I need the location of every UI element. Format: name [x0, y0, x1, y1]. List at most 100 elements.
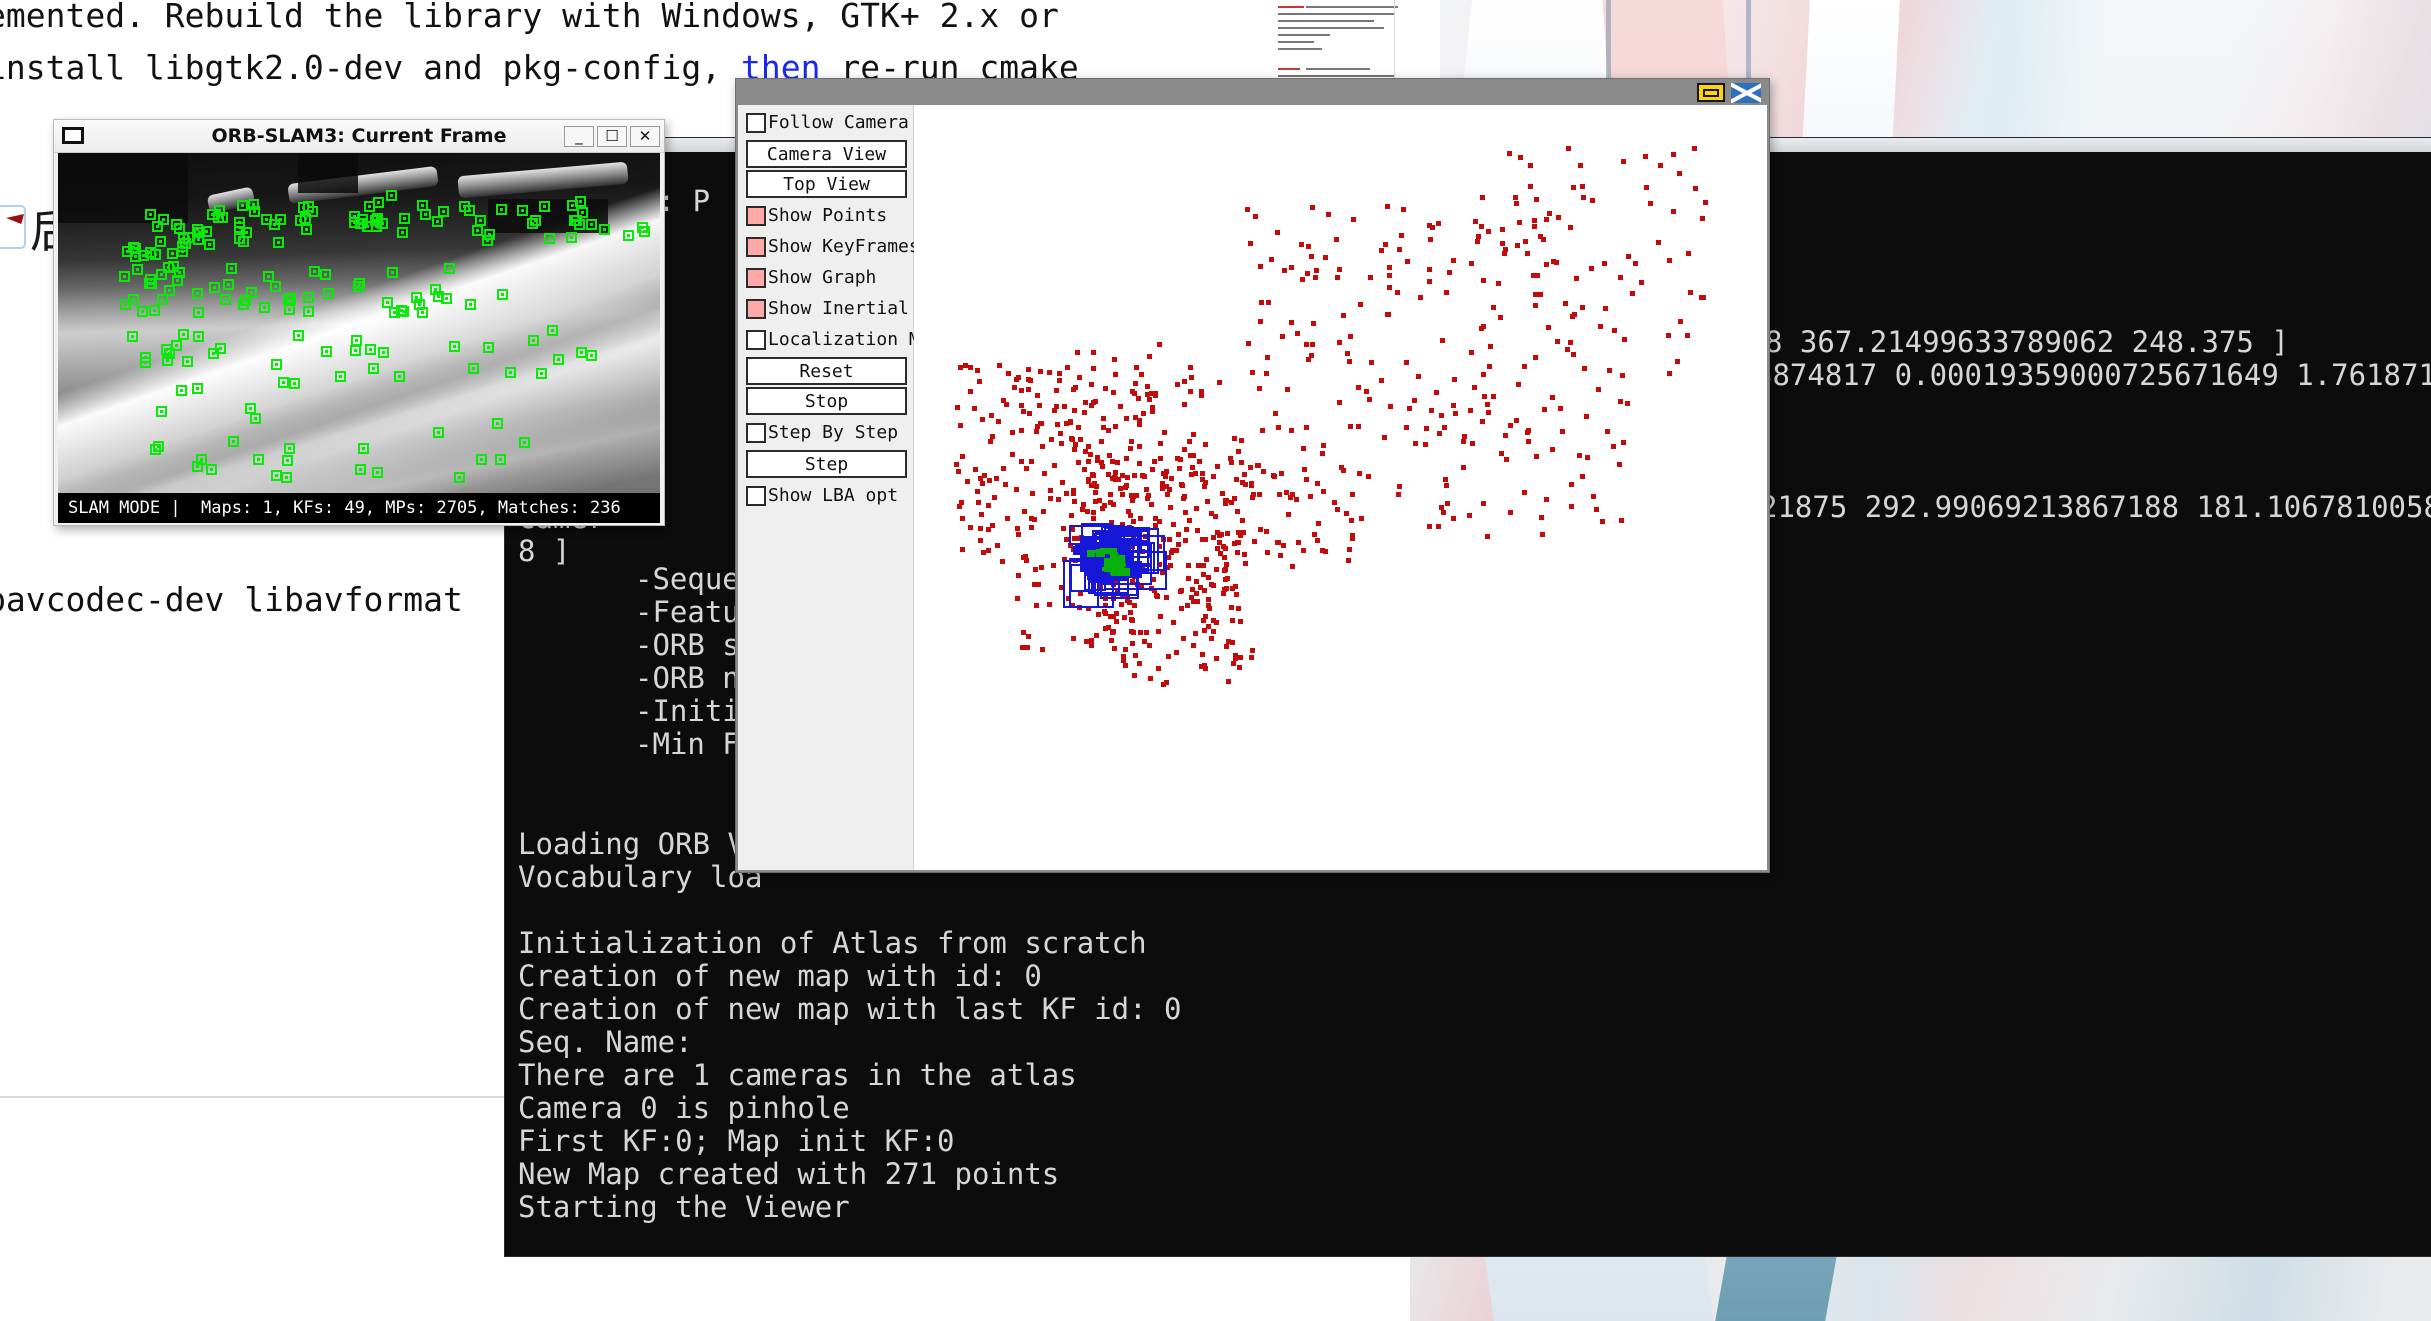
map-point: [1285, 387, 1290, 392]
map-point: [1580, 474, 1585, 479]
map-point: [976, 500, 981, 505]
orb-keypoint: [530, 215, 541, 226]
map-point: [1225, 531, 1230, 536]
orb-keypoint: [639, 226, 650, 237]
map-point: [1643, 154, 1648, 159]
orb-keypoint: [150, 249, 161, 260]
map-point: [1179, 588, 1184, 593]
control-show-points[interactable]: Show Points: [738, 200, 913, 231]
minimize-button[interactable]: _: [564, 126, 594, 147]
control-step-by-step[interactable]: Step By Step: [738, 417, 913, 448]
map-point: [1187, 439, 1192, 444]
map-point: [1113, 372, 1118, 377]
map-point: [1190, 587, 1195, 592]
checkbox-step-by-step[interactable]: [746, 422, 766, 443]
map-point: [1047, 602, 1052, 607]
close-icon[interactable]: [1731, 83, 1761, 103]
map-point: [1257, 386, 1262, 391]
orb-keypoint: [378, 347, 389, 358]
map-point: [1514, 201, 1519, 206]
map-point: [1621, 440, 1626, 445]
map-point: [1332, 500, 1337, 505]
control-follow-camera[interactable]: Follow Camera: [738, 107, 913, 138]
map-point: [1560, 429, 1565, 434]
map-point: [1134, 493, 1139, 498]
button-stop[interactable]: Stop: [746, 387, 907, 415]
orb-keypoint: [263, 271, 274, 282]
button-top-view[interactable]: Top View: [746, 170, 907, 198]
orb-keypoint: [365, 344, 376, 355]
map-point: [1141, 411, 1146, 416]
map-point: [1071, 387, 1076, 392]
map-point: [1163, 474, 1168, 479]
map-point: [1429, 408, 1434, 413]
checkbox-show-points[interactable]: [746, 205, 766, 226]
map-viewer-window[interactable]: Follow Camera Camera View Top View Show …: [735, 78, 1770, 873]
orb-keypoint: [178, 233, 189, 244]
map-point: [1364, 389, 1369, 394]
page-checkbox[interactable]: [0, 205, 26, 249]
orb-keypoint: [496, 204, 507, 215]
control-localization-mode[interactable]: Localization Mode: [738, 324, 952, 355]
map-point: [1387, 265, 1392, 270]
checkbox-follow-camera[interactable]: [746, 112, 766, 133]
map-point: [1164, 595, 1169, 600]
map-point: [1577, 453, 1582, 458]
map-point: [1211, 535, 1216, 540]
map-point: [958, 423, 963, 428]
orb-keypoint: [127, 331, 138, 342]
map-point: [1271, 473, 1276, 478]
checkbox-show-keyframes[interactable]: [746, 236, 766, 257]
map-point: [1526, 439, 1531, 444]
map-point: [1412, 398, 1417, 403]
map-point: [986, 527, 991, 532]
maximize-button[interactable]: ☐: [597, 126, 627, 147]
map-viewer-control-panel: Follow Camera Camera View Top View Show …: [738, 105, 974, 870]
checkbox-show-graph[interactable]: [746, 267, 766, 288]
control-show-keyframes[interactable]: Show KeyFrames: [738, 231, 920, 262]
map-point: [1243, 561, 1248, 566]
map-point: [1295, 331, 1300, 336]
current-frame-window[interactable]: ORB-SLAM3: Current Frame _ ☐ ✕ SLAM MODE…: [53, 119, 665, 526]
control-show-inertial-graph[interactable]: Show Inertial Graph: [738, 293, 974, 324]
button-reset[interactable]: Reset: [746, 357, 907, 385]
map-point: [1232, 496, 1237, 501]
map-point: [1137, 418, 1142, 423]
orb-keypoint: [483, 342, 494, 353]
map-point: [1111, 629, 1116, 634]
button-camera-view[interactable]: Camera View: [746, 140, 907, 168]
map-point: [1279, 471, 1284, 476]
orb-keypoint: [250, 413, 261, 424]
map-point: [1395, 290, 1400, 295]
map-point: [1191, 432, 1196, 437]
map-3d-viewport[interactable]: [914, 105, 1767, 870]
button-step[interactable]: Step: [746, 450, 907, 478]
current-frame-titlebar[interactable]: ORB-SLAM3: Current Frame _ ☐ ✕: [54, 120, 664, 153]
checkbox-show-lba-opt[interactable]: [746, 485, 766, 506]
map-point: [1265, 550, 1270, 555]
control-show-graph[interactable]: Show Graph: [738, 262, 913, 293]
orb-keypoint: [571, 215, 582, 226]
orb-keypoint: [465, 299, 476, 310]
orb-keypoint: [246, 287, 257, 298]
checkbox-localization-mode[interactable]: [746, 329, 766, 350]
map-point: [960, 454, 965, 459]
checkbox-show-inertial-graph[interactable]: [746, 298, 766, 319]
map-point: [1346, 558, 1351, 563]
keyframe-fill: [1080, 564, 1087, 572]
map-point: [1533, 303, 1538, 308]
close-button[interactable]: ✕: [630, 126, 660, 147]
restore-icon[interactable]: [1697, 83, 1725, 102]
map-point: [1001, 466, 1006, 471]
map-point: [1039, 565, 1044, 570]
terminal-line-occluded: -Seque: [635, 562, 740, 596]
orb-keypoint: [145, 209, 156, 220]
map-point: [1326, 212, 1331, 217]
map-point: [1550, 447, 1555, 452]
map-viewer-titlebar[interactable]: [736, 79, 1769, 105]
map-point: [958, 365, 963, 370]
map-point: [1167, 537, 1172, 542]
orb-keypoint: [349, 211, 360, 222]
map-point: [1201, 563, 1206, 568]
control-show-lba-opt[interactable]: Show LBA opt: [738, 480, 913, 511]
